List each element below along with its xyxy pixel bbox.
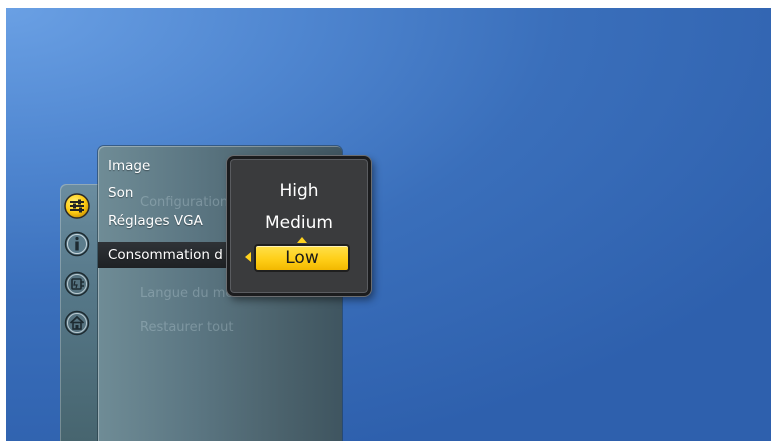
category-icon-strip	[60, 184, 100, 441]
option-high[interactable]: High	[230, 181, 368, 201]
power-level-picker: High Medium Low	[227, 156, 371, 296]
desktop-background: Configuration Langue du menu Restaurer t…	[6, 8, 771, 441]
settings-icon[interactable]	[64, 193, 90, 219]
menu-item-vga[interactable]: Réglages VGA	[108, 210, 203, 232]
home-icon[interactable]	[64, 310, 90, 336]
back-arrow-icon[interactable]	[245, 252, 251, 262]
info-icon[interactable]	[64, 231, 90, 257]
option-medium[interactable]: Medium	[230, 213, 368, 233]
menu-item-image[interactable]: Image	[108, 155, 150, 177]
scroll-up-arrow-icon[interactable]	[297, 237, 307, 243]
menu-item-label: Consommation d	[108, 247, 223, 263]
ghost-menu-item: Restaurer tout	[140, 320, 234, 335]
energy-icon[interactable]	[64, 271, 90, 297]
menu-item-son[interactable]: Son	[108, 182, 133, 204]
option-low-selected[interactable]: Low	[254, 244, 350, 272]
ghost-menu-item: Configuration	[140, 195, 229, 210]
option-low-label: Low	[285, 248, 319, 268]
